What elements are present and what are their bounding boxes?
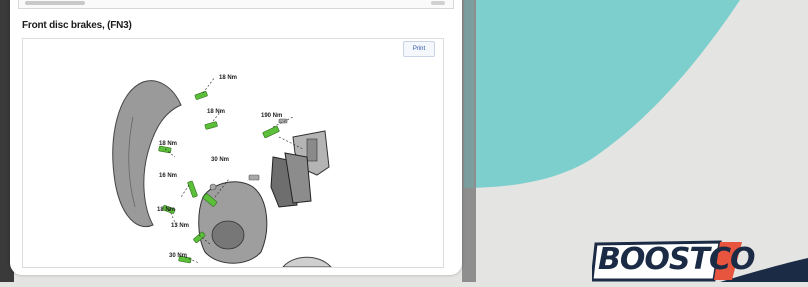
boostco-logo: BOOSTCO <box>590 236 755 282</box>
torque-label: 18 Nm <box>159 141 178 147</box>
torque-label: 18 Nm <box>157 207 176 213</box>
bolt <box>194 91 208 100</box>
print-button[interactable]: Print <box>403 41 435 57</box>
torque-label: 30 Nm <box>211 157 230 163</box>
torque-label: 30 Nm <box>169 253 188 259</box>
diagram-panel: Print 18 Nm 18 Nm 190 Nm 18 Nm 30 Nm 16 … <box>22 38 444 268</box>
torque-label: 13 Nm <box>171 223 190 229</box>
torque-label: 18 Nm <box>207 109 226 115</box>
content-card: Front disc brakes, (FN3) Print 18 Nm 18 … <box>10 0 462 275</box>
torque-label: 18 Nm <box>219 75 238 81</box>
torque-label: 190 Nm <box>261 113 283 119</box>
previous-section-text <box>25 1 85 5</box>
bolt <box>158 145 172 154</box>
bolt <box>262 125 280 139</box>
bolt <box>204 121 218 130</box>
logo-text: BOOSTCO <box>598 242 755 277</box>
section-title: Front disc brakes, (FN3) <box>22 20 132 31</box>
previous-section <box>18 0 454 9</box>
torque-label: 16 Nm <box>159 173 178 179</box>
previous-section-button[interactable] <box>431 1 445 5</box>
dust-shield <box>112 80 182 228</box>
bolt <box>187 180 198 198</box>
